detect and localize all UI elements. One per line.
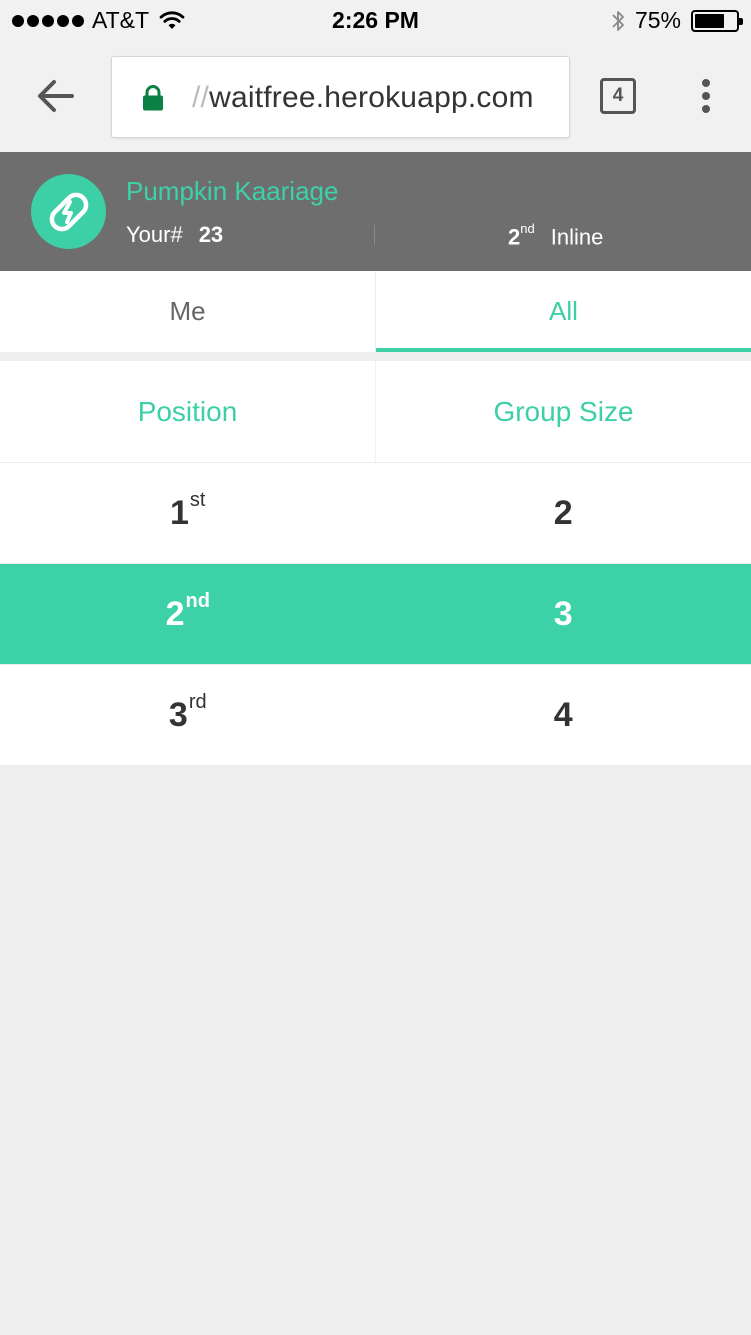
column-header-group-size: Group Size [493, 395, 634, 427]
column-header-position: Position [0, 361, 376, 462]
your-number-value: 23 [198, 222, 224, 247]
your-number-label: Your# [126, 222, 183, 247]
url-text: //waitfree.herokuapp.com [192, 81, 534, 115]
battery-tip [739, 17, 743, 25]
more-vert-icon[interactable] [696, 76, 716, 116]
position-suffix: rd [188, 690, 207, 713]
group-size-cell: 4 [553, 695, 573, 734]
inline-position-suffix: nd [520, 221, 535, 236]
address-bar[interactable]: //waitfree.herokuapp.com [111, 56, 570, 138]
position-number: 3 [168, 695, 188, 734]
position-number: 2 [165, 594, 185, 633]
party-name: Pumpkin Kaariage [126, 176, 339, 206]
tab-me[interactable]: Me [0, 271, 376, 352]
header-divider [374, 225, 375, 245]
position-suffix: nd [185, 589, 210, 612]
status-bar: AT&T 2:26 PM 75% [0, 0, 751, 40]
tab-all[interactable]: All [376, 271, 751, 352]
position-cell: 2nd [0, 564, 376, 664]
inline-position: 2nd Inline [508, 221, 604, 250]
position-suffix: st [189, 488, 206, 511]
url-host: waitfree.herokuapp.com [209, 81, 534, 114]
back-arrow-icon[interactable] [34, 76, 78, 116]
battery-icon [691, 9, 743, 32]
table-row: 3rd 4 [0, 665, 751, 766]
table-row-current: 2nd 3 [0, 564, 751, 665]
position-cell: 1st [0, 463, 376, 563]
link-icon-glyph [49, 192, 88, 231]
inline-label: Inline [550, 224, 604, 250]
group-size-cell: 3 [553, 594, 573, 633]
tabs-icon[interactable]: 4 [600, 78, 636, 114]
battery-percent: 75% [634, 7, 681, 33]
bluetooth-icon [612, 10, 624, 31]
app-header: Pumpkin Kaariage Your# 23 2nd Inline [0, 152, 751, 271]
status-right: 75% [611, 7, 743, 34]
group-size-cell: 2 [553, 493, 573, 532]
url-scheme: // [192, 81, 210, 114]
lock-icon [143, 85, 163, 111]
link-icon [31, 174, 106, 249]
table-row: 1st 2 [0, 463, 751, 564]
position-number: 1 [170, 493, 189, 532]
tab-bar: Me All [0, 271, 751, 352]
inline-position-number: 2 [508, 224, 521, 250]
position-cell: 3rd [0, 665, 376, 765]
battery-fill [695, 13, 724, 28]
your-number: Your# 23 [126, 222, 223, 248]
browser-toolbar: //waitfree.herokuapp.com 4 [0, 40, 751, 152]
queue-table: Position Group Size 1st 2 2nd 3 3rd 4 [0, 361, 751, 766]
table-header: Position Group Size [0, 361, 751, 463]
